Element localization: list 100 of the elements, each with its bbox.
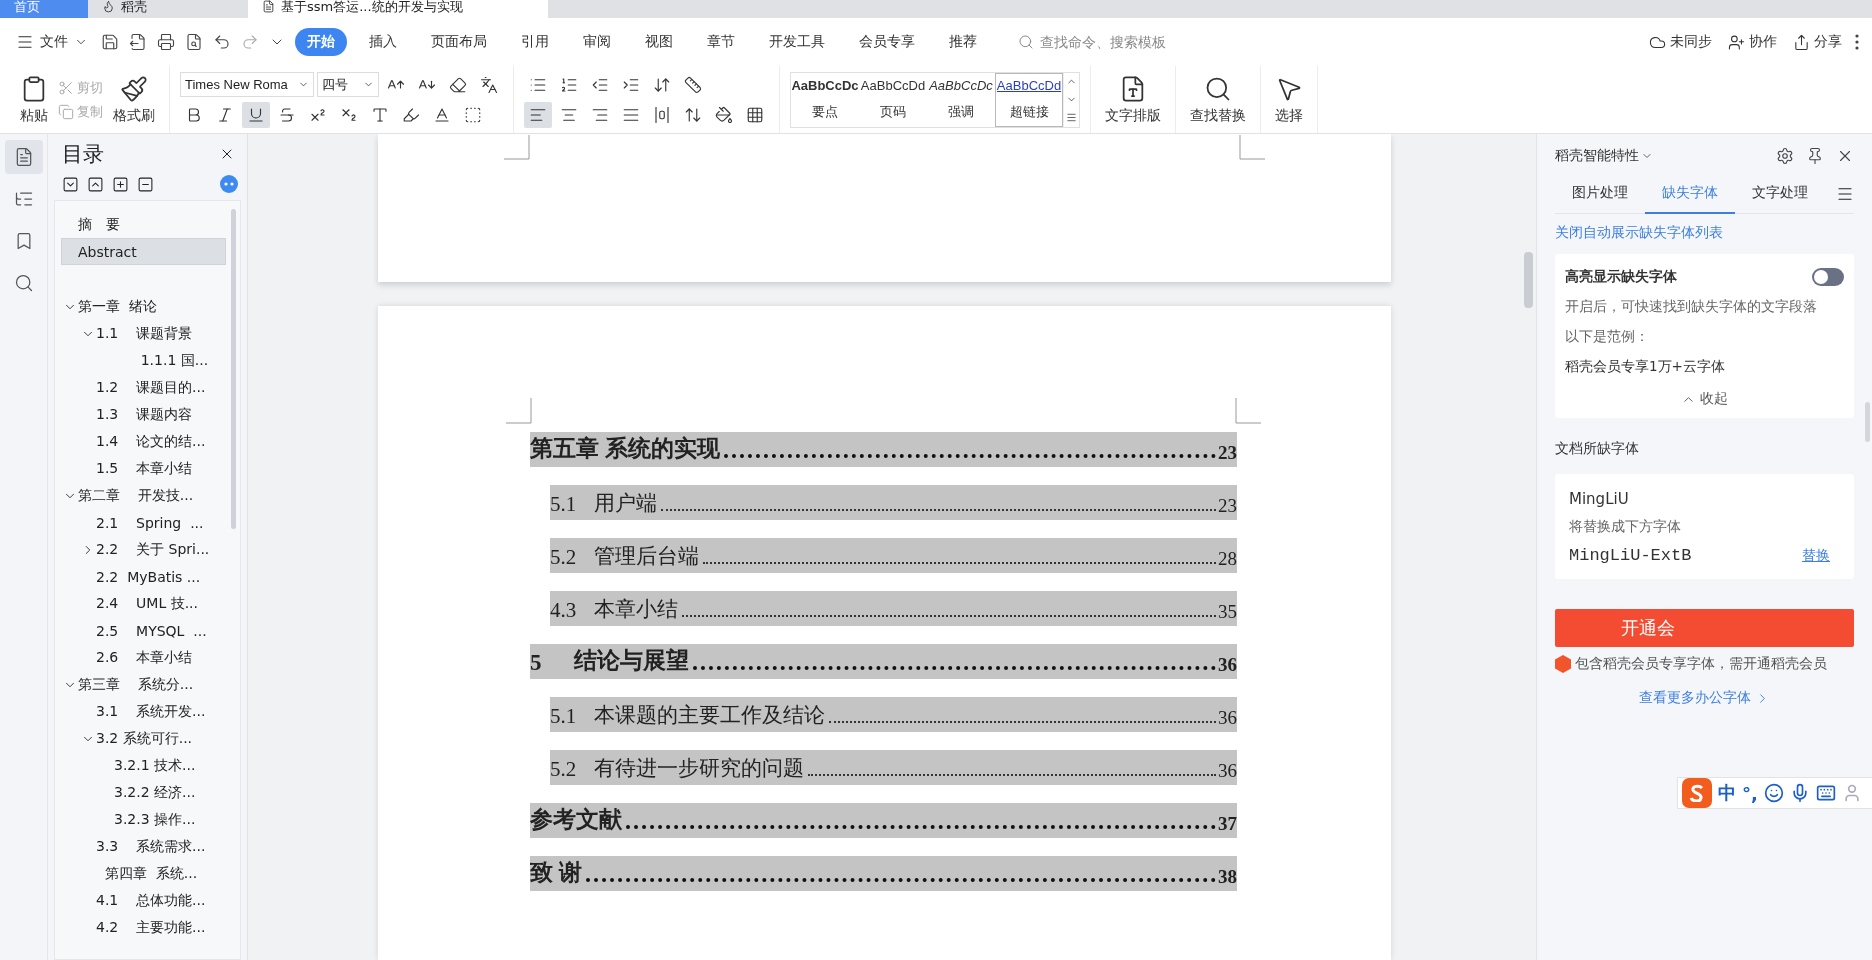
ribbon-tool-button[interactable]: 查找替换	[1186, 72, 1250, 127]
more-fonts-link[interactable]: 查看更多办公字体	[1639, 689, 1770, 707]
outline-item[interactable]: 2.5 MYSQL ...	[61, 617, 226, 644]
outline-item[interactable]: 1.1 课题背景	[61, 320, 226, 347]
scrollbar-thumb[interactable]	[1865, 402, 1870, 442]
remove-icon	[137, 175, 154, 193]
emoji-icon[interactable]	[1763, 783, 1784, 803]
toc-entry[interactable]: 第五章 系统的实现 23	[530, 432, 1237, 467]
outline-item[interactable]: 1.5 本章小结	[61, 455, 226, 482]
replace-link[interactable]: 替换	[1802, 546, 1830, 565]
file-menu[interactable]: 文件	[10, 29, 94, 55]
panel-title: 目录	[62, 141, 104, 168]
scrollbar-thumb[interactable]	[231, 209, 236, 529]
outline-item[interactable]: 第一章 绪论	[61, 293, 226, 320]
assistant-icon[interactable]	[219, 174, 239, 194]
close-list-link[interactable]: 关闭自动展示缺失字体列表	[1555, 224, 1854, 242]
toc-entry[interactable]: 5.2 有待进一步研究的问题 36	[550, 750, 1237, 785]
toolbar-action[interactable]: 协作	[1722, 29, 1783, 55]
align-button[interactable]	[524, 101, 552, 128]
outline-item[interactable]: 3.2.3 操作...	[61, 806, 226, 833]
outline-item[interactable]: 2.1 Spring ...	[61, 509, 226, 536]
note-text: 包含稻壳会员专享字体，需开通稻壳会员	[1575, 655, 1827, 673]
input-mode-button[interactable]: 中	[1718, 781, 1736, 805]
paste-button[interactable]: 粘贴	[16, 72, 52, 127]
outline-item[interactable]: Abstract	[61, 238, 226, 265]
outline-item[interactable]: 摘 要	[61, 211, 226, 238]
toc-entry[interactable]: 5 结论与展望 36	[530, 644, 1237, 679]
menu-icon	[16, 33, 34, 51]
panel-menu[interactable]: 稻壳智能特性	[1555, 147, 1653, 165]
outline-item[interactable]: 2.2 MyBatis ...	[61, 563, 226, 590]
ribbon-tool-button[interactable]: 选择	[1271, 72, 1307, 127]
pin-icon	[1806, 147, 1824, 165]
outline-item[interactable]: 2.4 UML 技...	[61, 590, 226, 617]
toc-entry[interactable]: 5.1 本课题的主要工作及结论 36	[550, 697, 1237, 732]
outline-item[interactable]: 2.6 本章小结	[61, 644, 226, 671]
outline-item[interactable]: 3.2.1 技术...	[61, 752, 226, 779]
panel-tab[interactable]: 图片处理	[1555, 173, 1645, 214]
search-icon	[1018, 34, 1034, 50]
toc-entry[interactable]: 4.3 本章小结 35	[550, 591, 1237, 626]
outline-item[interactable]: 3.2 系统可行...	[61, 725, 226, 752]
expand-icon	[1066, 112, 1077, 123]
toolbar-action[interactable]: 分享	[1787, 29, 1848, 55]
corner-mark	[1239, 134, 1265, 160]
panel-tab[interactable]: 缺失字体	[1645, 173, 1735, 214]
ribbon-tab[interactable]: 视图	[633, 28, 685, 56]
ribbon-tab[interactable]: 页面布局	[419, 28, 499, 56]
outline-item[interactable]: 3.2.2 经济...	[61, 779, 226, 806]
ribbon-tab[interactable]: 推荐	[937, 28, 989, 56]
toolbar-action[interactable]: 未同步	[1643, 29, 1718, 55]
underline-button[interactable]	[242, 101, 270, 128]
outline-item[interactable]: 第三章 系统分...	[61, 671, 226, 698]
outline-item[interactable]: 3.3 系统需求...	[61, 833, 226, 860]
outline-item[interactable]: 3.1 系统开发...	[61, 698, 226, 725]
outline-item[interactable]: 4.1 总体功能...	[61, 887, 226, 914]
outline-item[interactable]: 1.4 论文的结...	[61, 428, 226, 455]
font-size-field[interactable]: 四号	[317, 72, 379, 97]
browser-tab[interactable]: 稻壳	[88, 0, 248, 18]
format-painter-button[interactable]: 格式刷	[109, 72, 159, 127]
upgrade-button[interactable]: 开通会	[1555, 609, 1854, 647]
collapse-button[interactable]: 收起	[1679, 388, 1730, 410]
ribbon-tab[interactable]: 插入	[357, 28, 409, 56]
expand-all-icon	[62, 175, 79, 193]
punctuation-button[interactable]: °,	[1742, 782, 1758, 804]
ruler-icon	[684, 75, 702, 94]
outline-tab[interactable]	[4, 140, 43, 174]
ribbon-tab[interactable]: 开发工具	[757, 28, 837, 56]
outline-item[interactable]: 1.2 课题目的...	[61, 374, 226, 401]
ribbon-tab[interactable]: 会员专享	[847, 28, 927, 56]
collapse-all-icon	[87, 175, 104, 193]
ribbon-tool-button[interactable]: 文字排版	[1101, 72, 1165, 127]
outline-item[interactable]: 第二章 开发技...	[61, 482, 226, 509]
toc-entry[interactable]: 参考文献 37	[530, 803, 1237, 838]
outline-item[interactable]: 4.2 主要功能...	[61, 914, 226, 941]
ribbon-tab[interactable]: 引用	[509, 28, 561, 56]
toc-entry[interactable]: 5.1 用户端 23	[550, 485, 1237, 520]
font-name-field[interactable]: Times New Roma	[180, 72, 314, 97]
style-preset[interactable]: AaBbCcDd 超链接	[995, 72, 1063, 127]
save-icon	[101, 33, 119, 51]
font-name: MingLiU	[1569, 490, 1630, 508]
ribbon-tab[interactable]: 审阅	[571, 28, 623, 56]
preview-icon	[185, 33, 203, 51]
keyboard-icon[interactable]	[1815, 783, 1836, 803]
paintbrush-icon	[120, 74, 148, 103]
outline-item[interactable]: 1.1.1 国...	[61, 347, 226, 374]
strikethrough-icon	[278, 105, 296, 124]
highlight-toggle[interactable]	[1812, 268, 1844, 286]
outline-item[interactable]: 2.2 关于 Spri...	[61, 536, 226, 563]
toc-entry[interactable]: 5.2 管理后台端 28	[550, 538, 1237, 573]
corner-mark	[504, 134, 530, 160]
toc-entry[interactable]: 致 谢 38	[530, 856, 1237, 891]
outline-item[interactable]: 第四章 系统...	[61, 860, 226, 887]
line-spacing-icon	[684, 105, 702, 124]
scrollbar-thumb[interactable]	[1524, 252, 1533, 308]
outline-item[interactable]: 1.3 课题内容	[61, 401, 226, 428]
ribbon-tab[interactable]: 章节	[695, 28, 747, 56]
command-search-field[interactable]: 查找命令、搜索模板	[1018, 33, 1188, 51]
browser-tab[interactable]: 基于ssm答运...统的开发与实现	[248, 0, 548, 18]
ribbon-tab[interactable]: 开始	[295, 28, 347, 56]
underline-icon	[247, 105, 265, 124]
panel-tab[interactable]: 文字处理	[1735, 173, 1825, 214]
